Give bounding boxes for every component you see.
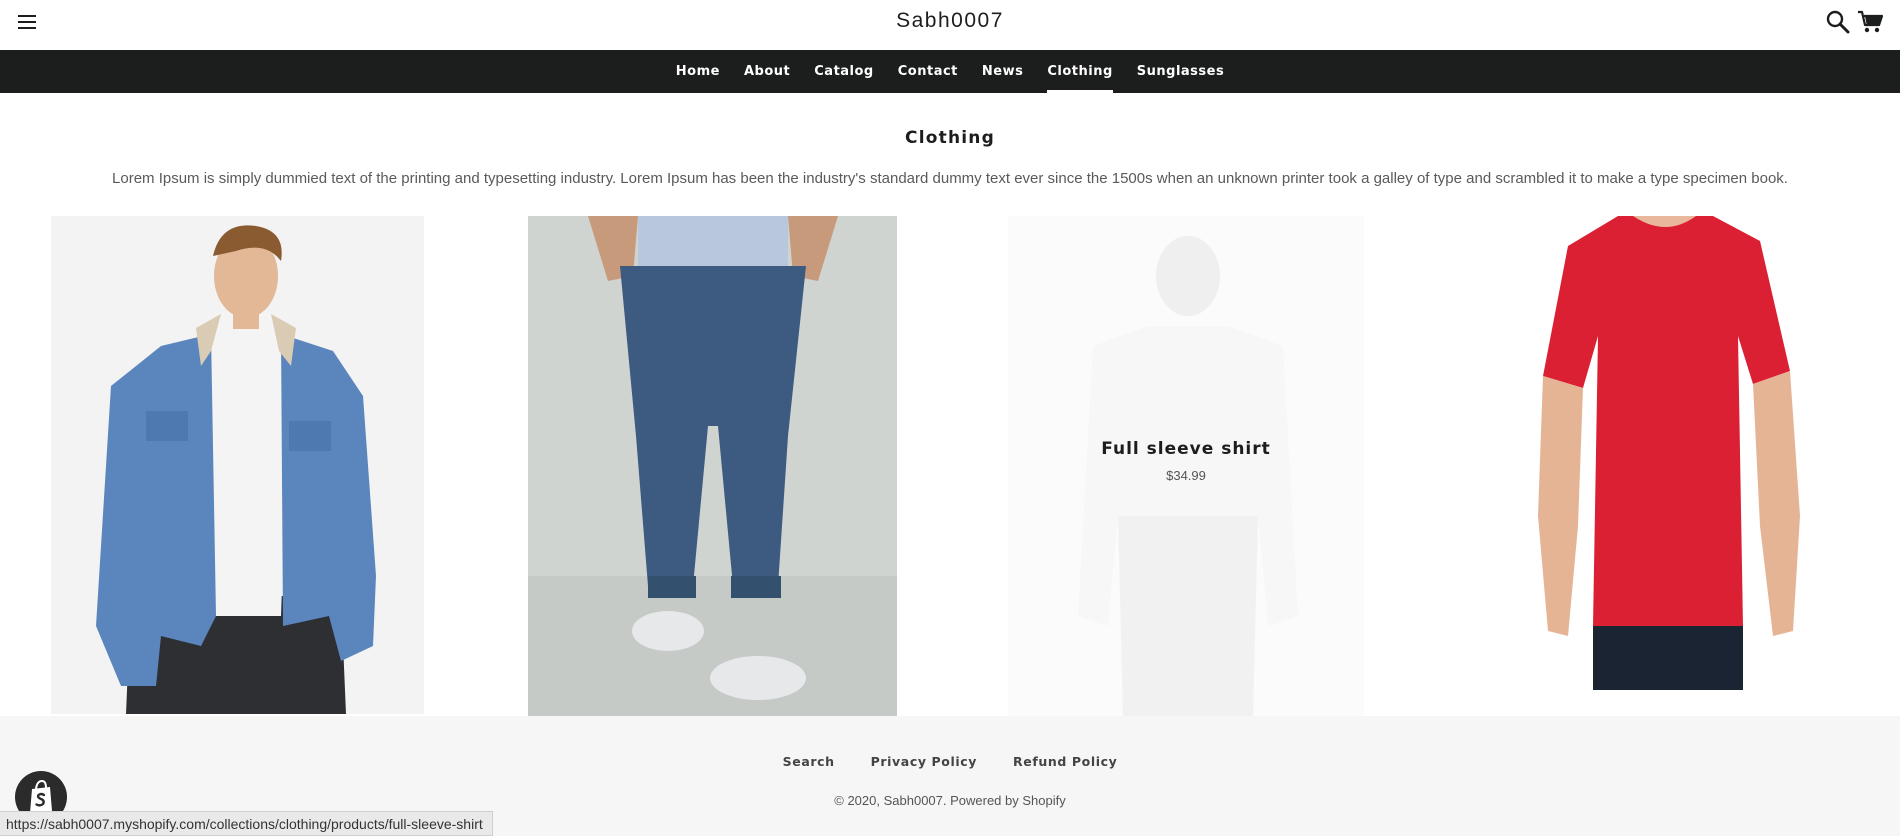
product-price: $34.99 — [1166, 468, 1206, 483]
red-tshirt-image — [1498, 216, 1838, 690]
product-card-denim-jacket[interactable] — [51, 216, 424, 714]
page-title: Clothing — [905, 128, 995, 148]
product-hover-overlay: Full sleeve shirt $34.99 — [1008, 216, 1364, 716]
cart-icon[interactable] — [1857, 9, 1885, 35]
footer-link-privacy-policy[interactable]: Privacy Policy — [871, 754, 977, 769]
footer-link-refund-policy[interactable]: Refund Policy — [1013, 754, 1117, 769]
product-title: Full sleeve shirt — [1101, 439, 1271, 459]
browser-status-url: https://sabh0007.myshopify.com/collectio… — [0, 811, 493, 836]
nav-item-news[interactable]: News — [970, 50, 1035, 93]
store-logo[interactable]: Sabh0007 — [0, 9, 1900, 33]
nav-item-sunglasses[interactable]: Sunglasses — [1125, 50, 1236, 93]
nav-item-catalog[interactable]: Catalog — [802, 50, 886, 93]
nav-item-about[interactable]: About — [732, 50, 802, 93]
nav-item-clothing[interactable]: Clothing — [1035, 50, 1124, 93]
search-icon[interactable] — [1825, 9, 1851, 35]
site-header: Sabh0007 — [0, 0, 1900, 50]
denim-jacket-image — [51, 216, 424, 714]
product-card-red-tshirt[interactable] — [1498, 216, 1838, 690]
nav-item-home[interactable]: Home — [664, 50, 732, 93]
copyright-text: © 2020, Sabh0007. Powered by Shopify — [834, 793, 1066, 808]
product-card-full-sleeve-shirt[interactable]: Full sleeve shirt $34.99 — [1008, 216, 1364, 716]
collection-description: Lorem Ipsum is simply dummied text of th… — [112, 170, 1788, 187]
main-navigation: Home About Catalog Contact News Clothing… — [0, 50, 1900, 93]
footer-link-search[interactable]: Search — [783, 754, 835, 769]
product-card-jeans[interactable] — [528, 216, 897, 716]
nav-item-contact[interactable]: Contact — [886, 50, 970, 93]
jeans-image — [528, 216, 897, 716]
